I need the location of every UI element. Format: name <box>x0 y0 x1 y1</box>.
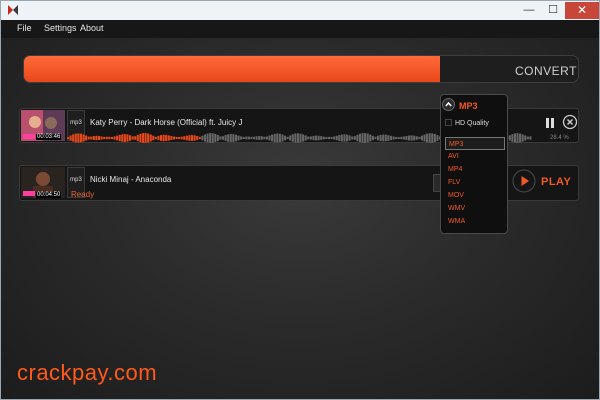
play-button[interactable]: PLAY <box>508 168 583 199</box>
format-option[interactable]: AVI <box>445 150 505 163</box>
hd-quality-label: HD Quality <box>455 120 489 127</box>
minimize-button[interactable]: — <box>517 2 541 19</box>
main-panel: CONVERT 00:03:46 mp3 Katy Perry - Dark H… <box>1 38 599 399</box>
play-icon <box>512 169 536 193</box>
menu-file[interactable]: File <box>17 23 32 33</box>
titlebar: — ☐ ✕ <box>1 1 599 20</box>
checkbox-box[interactable] <box>445 119 452 126</box>
close-circle-icon[interactable] <box>562 114 578 130</box>
format-option[interactable]: MP3 <box>445 137 505 150</box>
selected-format: MP3 <box>459 101 478 111</box>
format-dropdown[interactable]: MP3 HD Quality MP3 AVI MP4 FLV MOV WMV W… <box>440 94 508 234</box>
progress-percent: 28.4 % <box>550 135 569 141</box>
conversion-progress-bar <box>23 55 579 83</box>
watermark-text: crackpay.com <box>17 360 158 385</box>
duration-label: 00:03:46 <box>36 134 62 140</box>
status-text: Ready <box>71 190 95 199</box>
app-window: — ☐ ✕ File Settings About CONVERT 00:03:… <box>0 0 600 400</box>
convert-button[interactable]: CONVERT <box>515 64 577 78</box>
track-title: Nicki Minaj - Anaconda <box>90 175 172 184</box>
format-option[interactable]: WMA <box>445 215 505 228</box>
duration-label: 00:04:50 <box>36 192 62 198</box>
format-option[interactable]: MP4 <box>445 163 505 176</box>
format-option[interactable]: MOV <box>445 189 505 202</box>
menu-settings[interactable]: Settings <box>44 23 77 33</box>
close-window-button[interactable]: ✕ <box>565 2 599 19</box>
maximize-button[interactable]: ☐ <box>541 2 565 19</box>
format-option[interactable]: FLV <box>445 176 505 189</box>
app-logo-icon <box>8 5 18 15</box>
conversion-progress-fill <box>24 56 440 82</box>
format-option[interactable]: WMV <box>445 202 505 215</box>
menu-bar: File Settings About <box>1 20 599 38</box>
format-options: MP3 AVI MP4 FLV MOV WMV WMA <box>445 137 505 228</box>
pause-icon[interactable] <box>542 115 558 131</box>
menu-about[interactable]: About <box>80 23 104 33</box>
chevron-up-icon[interactable] <box>442 98 455 111</box>
play-label: PLAY <box>541 176 572 188</box>
track-title: Katy Perry - Dark Horse (Official) ft. J… <box>90 118 243 127</box>
hd-quality-checkbox[interactable]: HD Quality <box>445 119 489 127</box>
